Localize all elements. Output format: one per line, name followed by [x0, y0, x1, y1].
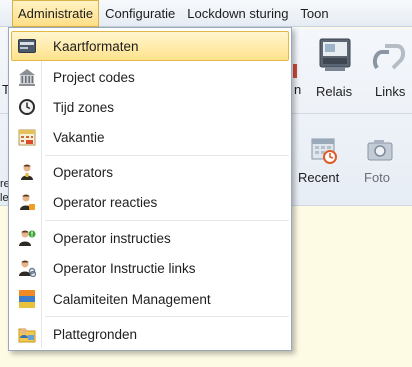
menu-toon[interactable]: Toon: [294, 0, 334, 27]
calendar-icon: [18, 128, 36, 146]
menu-separator: [45, 316, 289, 317]
ribbon-partial-label: n: [294, 82, 302, 97]
menu-separator: [45, 220, 289, 221]
partial-red-icon: [293, 64, 297, 78]
operator-icon: [18, 163, 36, 181]
menu-label-tijd-zones: Tijd zones: [53, 99, 115, 115]
links-label: Links: [375, 84, 406, 99]
menu-item-plattegronden[interactable]: Plattegronden: [11, 319, 289, 349]
menu-administratie[interactable]: Administratie: [12, 0, 100, 27]
menu-label-operators: Operators: [53, 164, 114, 180]
operator-link-icon: [18, 259, 36, 277]
menu-item-operator-instructie-links[interactable]: Operator Instructie links: [11, 253, 289, 283]
menu-item-operators[interactable]: Operators: [11, 157, 289, 187]
recent-button[interactable]: Recent: [296, 136, 352, 200]
menubar: Administratie Configuratie Lockdown stur…: [0, 0, 412, 27]
menu-item-operator-reacties[interactable]: Operator reacties: [11, 187, 289, 217]
menu-item-operator-instructies[interactable]: Operator instructies: [11, 223, 289, 253]
menu-item-calamiteiten-management[interactable]: Calamiteiten Management: [11, 284, 289, 314]
menu-label-calamiteiten-management: Calamiteiten Management: [53, 291, 211, 307]
menu-label-vakantie: Vakantie: [53, 129, 105, 145]
building-icon: [18, 68, 36, 86]
menu-item-kaartformaten[interactable]: Kaartformaten: [11, 31, 289, 61]
recent-calendar-icon: [311, 138, 337, 164]
recent-label: Recent: [298, 170, 340, 185]
floorplan-icon: [18, 325, 36, 343]
link-icon: [372, 44, 406, 70]
links-button[interactable]: Links: [367, 34, 412, 110]
menu-label-operator-instructie-links: Operator Instructie links: [53, 260, 196, 276]
menu-label-kaartformaten: Kaartformaten: [53, 38, 139, 54]
relais-icon: [319, 38, 351, 71]
menu-item-tijd-zones[interactable]: Tijd zones: [11, 92, 289, 122]
foto-button[interactable]: Foto: [360, 136, 404, 200]
menu-item-project-codes[interactable]: Project codes: [11, 62, 289, 92]
operator-reaction-icon: [18, 193, 36, 211]
menu-label-plattegronden: Plattegronden: [53, 326, 138, 342]
menu-label-operator-reacties: Operator reacties: [53, 194, 158, 210]
operator-instruction-icon: [18, 229, 36, 247]
relais-button[interactable]: Relais: [313, 34, 357, 110]
menu-configuratie[interactable]: Configuratie: [99, 0, 181, 27]
menu-item-vakantie[interactable]: Vakantie: [11, 122, 289, 152]
menu-separator: [45, 155, 289, 156]
card-format-icon: [18, 37, 36, 55]
clock-icon: [18, 98, 36, 116]
relais-label: Relais: [316, 84, 353, 99]
calamity-icon: [18, 290, 36, 308]
foto-label: Foto: [364, 170, 391, 185]
camera-icon: [367, 140, 393, 161]
administratie-dropdown-menu: Kaartformaten Project codes Tijd zones V…: [8, 27, 292, 351]
menu-lockdown-sturing[interactable]: Lockdown sturing: [181, 0, 294, 27]
menu-label-project-codes: Project codes: [53, 69, 135, 85]
menu-label-operator-instructies: Operator instructies: [53, 230, 171, 246]
